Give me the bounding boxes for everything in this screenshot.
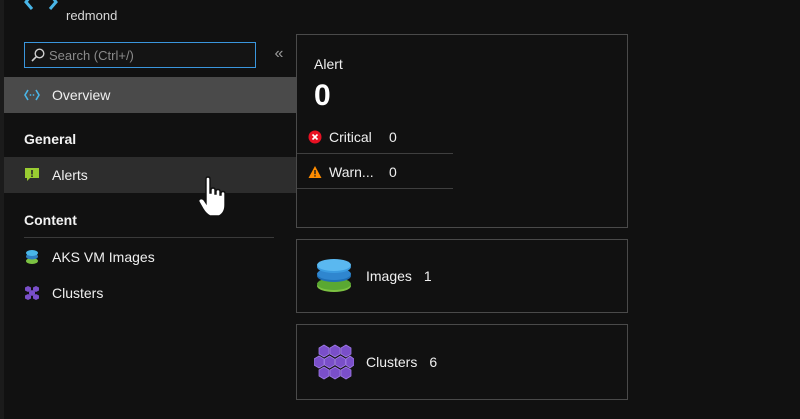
alert-row-label: Critical [329,129,372,145]
search-input[interactable] [49,45,249,65]
images-tile-count: 1 [423,268,432,284]
images-stack-icon [317,259,351,292]
left-edge-strip [0,0,4,419]
sidebar-item-label: Clusters [52,285,104,301]
alert-summary-card[interactable]: Alert 0 Critical 0 Warn... 0 [296,34,628,228]
search-box[interactable] [24,42,256,68]
sidebar-item-clusters[interactable]: Clusters [4,275,274,311]
clusters-tile-count: 6 [429,354,438,370]
alert-row-value: 0 [389,164,397,180]
alert-row-divider [297,153,453,154]
overview-icon [24,87,40,103]
sidebar-item-overview[interactable]: Overview [4,77,296,113]
alert-card-title: Alert [314,56,343,72]
section-heading-general: General [24,131,77,147]
resource-logo-icon [24,0,58,10]
alert-row-label: Warn... [329,164,374,180]
sidebar-item-label: Overview [52,87,111,103]
clusters-tile[interactable]: Clusters 6 [296,324,628,400]
alert-row-warning[interactable]: Warn... 0 [297,155,453,189]
section-heading-content: Content [24,212,77,228]
app-root: redmond « Overview General [0,0,800,419]
images-tile[interactable]: Images 1 [296,239,628,313]
vm-images-icon [24,249,40,265]
images-tile-label: Images [366,268,412,284]
collapse-menu-button[interactable]: « [270,45,288,63]
search-icon [31,48,45,62]
alerts-icon [24,167,40,183]
alert-row-critical[interactable]: Critical 0 [297,120,453,154]
warning-icon [308,165,322,179]
sidebar-item-alerts[interactable]: Alerts [4,157,296,193]
clusters-icon [24,285,40,301]
sidebar-item-aks-vm-images[interactable]: AKS VM Images [4,239,274,275]
critical-icon [308,130,322,144]
sidebar-item-label: Alerts [52,167,88,183]
hand-cursor-icon [197,176,226,217]
alert-total-count: 0 [314,79,331,112]
resource-name: redmond [66,8,118,23]
clusters-tile-label: Clusters [366,354,418,370]
clusters-hex-icon [314,344,354,380]
alert-row-divider [297,188,453,189]
sidebar-item-label: AKS VM Images [52,249,155,265]
alert-row-value: 0 [389,129,397,145]
section-divider [24,237,274,238]
